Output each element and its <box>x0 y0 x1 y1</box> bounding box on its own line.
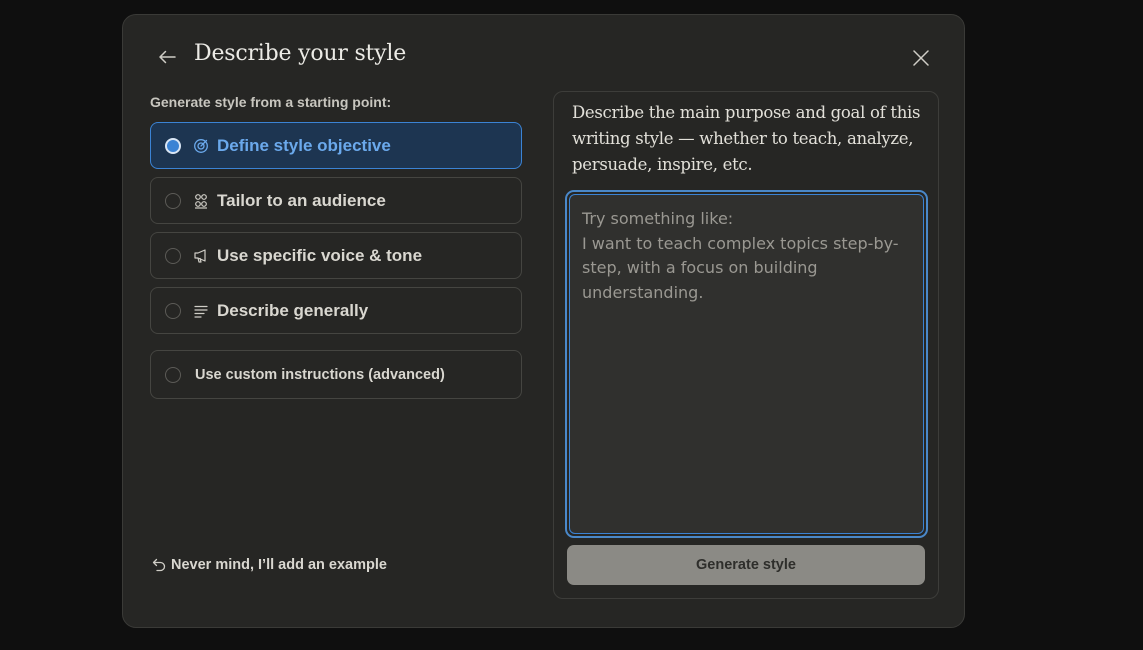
option-label: Use specific voice & tone <box>217 245 423 265</box>
description-panel: Describe the main purpose and goal of th… <box>553 91 939 599</box>
dialog-title: Describe your style <box>194 41 407 66</box>
option-define-style-objective[interactable]: Define style objective <box>150 122 522 169</box>
textarea-focus-ring <box>565 190 928 538</box>
option-describe-generally[interactable]: Describe generally <box>150 287 522 334</box>
target-icon <box>193 138 209 154</box>
radio-button[interactable] <box>165 247 181 264</box>
close-icon <box>913 50 929 66</box>
option-custom-instructions[interactable]: Use custom instructions (advanced) <box>150 350 522 399</box>
radio-button[interactable] <box>165 137 181 154</box>
megaphone-icon <box>193 248 209 264</box>
prompt-text: Describe the main purpose and goal of th… <box>572 103 921 174</box>
never-mind-link[interactable]: Never mind, I’ll add an example <box>152 557 387 573</box>
option-tailor-to-audience[interactable]: Tailor to an audience <box>150 177 522 224</box>
arrow-left-icon <box>159 50 176 64</box>
radio-button[interactable] <box>165 192 181 209</box>
style-description-input[interactable] <box>569 194 924 534</box>
people-icon <box>193 193 209 209</box>
back-button[interactable] <box>155 45 179 69</box>
section-label: Generate style from a starting point: <box>150 94 392 110</box>
radio-button[interactable] <box>165 302 181 319</box>
option-label: Describe generally <box>217 300 369 320</box>
never-mind-label: Never mind, I’ll add an example <box>171 557 387 573</box>
generate-style-button[interactable]: Generate style <box>567 545 925 585</box>
close-button[interactable] <box>909 46 933 70</box>
option-label: Use custom instructions (advanced) <box>195 366 445 383</box>
option-voice-and-tone[interactable]: Use specific voice & tone <box>150 232 522 279</box>
undo-icon <box>152 558 166 572</box>
text-lines-icon <box>193 303 209 319</box>
option-label: Define style objective <box>217 135 391 155</box>
style-dialog: Describe your style Generate style from … <box>122 14 965 628</box>
option-label: Tailor to an audience <box>217 190 386 210</box>
radio-button[interactable] <box>165 366 181 383</box>
